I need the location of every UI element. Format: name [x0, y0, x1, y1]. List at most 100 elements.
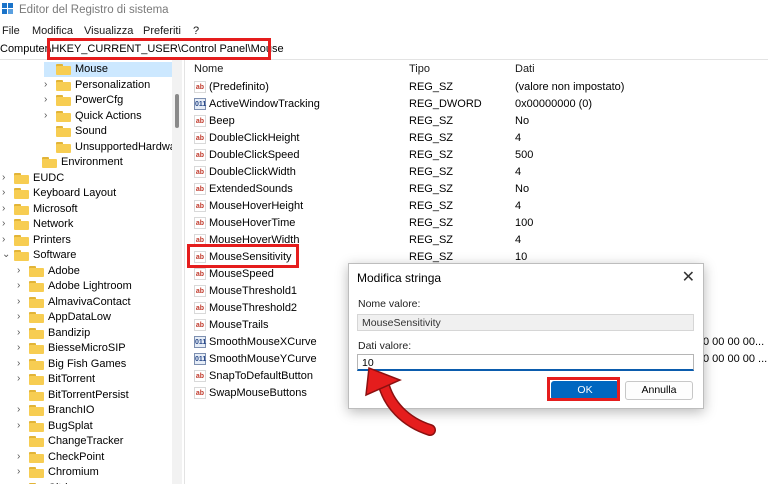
folder-icon [29, 420, 44, 432]
string-value-icon: ab [194, 387, 206, 399]
chevron-icon[interactable]: › [17, 296, 27, 307]
tree-node-label: PowerCfg [75, 94, 124, 106]
chevron-icon[interactable]: › [2, 187, 12, 198]
tree-node[interactable]: › PowerCfg [44, 93, 172, 108]
chevron-icon[interactable]: › [17, 404, 27, 415]
tree-node[interactable]: › BiesseMicroSIP [17, 341, 172, 356]
tree-node[interactable]: Environment [30, 155, 172, 170]
tree-node-label: Big Fish Games [48, 357, 127, 370]
value-data-input[interactable]: 10 [357, 354, 694, 371]
tree-node[interactable]: Mouse [44, 62, 172, 77]
binary-value-icon: 011 [194, 336, 206, 348]
folder-icon [29, 296, 44, 308]
menu-visualizza[interactable]: Visualizza [84, 25, 133, 37]
values-header: Nome Tipo Dati [185, 60, 768, 78]
column-header-type[interactable]: Tipo [409, 63, 430, 75]
chevron-icon[interactable]: › [44, 110, 54, 121]
close-icon[interactable]: ✕ [682, 267, 695, 287]
tree-node[interactable]: › Printers [2, 233, 162, 248]
folder-icon [42, 157, 57, 168]
tree-node[interactable]: › BranchIO [17, 403, 172, 418]
chevron-icon[interactable]: › [17, 466, 27, 477]
value-row[interactable]: ab Beep REG_SZ No [185, 113, 768, 130]
value-name: ExtendedSounds [209, 183, 293, 195]
tree-node-label: Printers [33, 233, 71, 246]
tree-node[interactable]: › Adobe Lightroom [17, 279, 172, 294]
tree-node[interactable]: › CheckPoint [17, 450, 172, 465]
tree-node[interactable]: › Adobe [17, 264, 172, 279]
value-row[interactable]: ab ExtendedSounds REG_SZ No [185, 181, 768, 198]
tree-node[interactable]: › BitTorrent [17, 372, 172, 387]
menu-modifica[interactable]: Modifica [32, 25, 73, 37]
tree-node[interactable]: ChangeTracker [17, 434, 172, 449]
chevron-icon[interactable]: › [44, 94, 54, 105]
chevron-icon[interactable]: › [2, 234, 12, 245]
tree-node-label: BiesseMicroSIP [48, 342, 126, 354]
value-row[interactable]: ab (Predefinito) REG_SZ (valore non imposta… [185, 79, 768, 96]
tree-node-label: Mouse [75, 63, 109, 75]
chevron-icon[interactable]: › [2, 203, 12, 214]
tree-node[interactable]: › Microsoft [2, 202, 162, 217]
tree-node[interactable]: › Big Fish Games [17, 357, 172, 372]
column-header-data[interactable]: Dati [515, 63, 535, 75]
value-row[interactable]: ab DoubleClickSpeed REG_SZ 500 [185, 147, 768, 164]
tree-node[interactable]: › Network [2, 217, 162, 232]
cancel-button[interactable]: Annulla [625, 381, 693, 400]
folder-icon [29, 265, 44, 277]
tree-node-label: Network [33, 218, 74, 230]
tree-scrollbar-thumb[interactable] [175, 94, 179, 128]
value-row[interactable]: 011 ActiveWindowTracking REG_DWORD 0x000000… [185, 96, 768, 113]
folder-icon [14, 188, 29, 199]
value-type: REG_SZ [409, 132, 454, 144]
menu-file[interactable]: File [2, 25, 20, 37]
chevron-icon[interactable]: › [2, 218, 12, 229]
chevron-icon[interactable]: › [44, 79, 54, 90]
chevron-icon[interactable]: › [17, 342, 27, 353]
tree-node[interactable]: › Keyboard Layout [2, 186, 162, 201]
tree-node[interactable]: › BugSplat [17, 419, 172, 434]
menu-bar: File Modifica Visualizza Preferiti ? [0, 23, 768, 39]
tree-node[interactable]: › Bandizip [17, 326, 172, 341]
folder-icon [29, 343, 44, 354]
chevron-icon[interactable]: › [17, 451, 27, 462]
menu-help[interactable]: ? [193, 25, 199, 37]
chevron-icon[interactable]: › [17, 420, 27, 431]
string-value-icon: ab [194, 200, 206, 212]
value-row[interactable]: ab MouseHoverHeight REG_SZ 4 [185, 198, 768, 215]
column-header-name[interactable]: Nome [194, 63, 223, 75]
address-highlight-box [47, 38, 271, 60]
chevron-icon[interactable]: › [17, 358, 27, 369]
tree-node[interactable]: › Quick Actions [44, 109, 172, 124]
value-type: REG_SZ [409, 183, 454, 195]
tree-node[interactable]: › AlmavivaContact [17, 295, 172, 310]
value-row[interactable]: ab MouseHoverTime REG_SZ 100 [185, 215, 768, 232]
value-data: 10 [515, 251, 528, 263]
menu-preferiti[interactable]: Preferiti [143, 25, 181, 37]
value-name: SnapToDefaultButton [209, 370, 313, 382]
tree-scrollbar[interactable] [172, 60, 182, 484]
value-type: REG_SZ [409, 166, 454, 178]
title-bar: Editor del Registro di sistema [0, 0, 768, 22]
tree-node[interactable]: › Personalization [44, 78, 172, 93]
tree-node[interactable]: UnsupportedHardwa [44, 140, 172, 155]
chevron-icon[interactable]: › [17, 311, 27, 322]
tree-node[interactable]: BitTorrentPersist [17, 388, 172, 403]
chevron-icon[interactable]: ⌄ [2, 249, 12, 260]
value-row[interactable]: ab DoubleClickHeight REG_SZ 4 [185, 130, 768, 147]
value-data: 0x00000000 (0) [515, 98, 593, 110]
chevron-icon[interactable]: › [17, 265, 27, 276]
tree-node[interactable]: Sound [44, 124, 172, 139]
tree-node[interactable]: › Chromium [17, 465, 172, 480]
tree-node[interactable]: › EUDC [2, 171, 162, 186]
value-row[interactable]: ab DoubleClickWidth REG_SZ 4 [185, 164, 768, 181]
tree-node[interactable]: › AppDataLow [17, 310, 172, 325]
value-data: 4 [515, 234, 522, 246]
value-highlight-box [187, 244, 299, 268]
chevron-icon[interactable]: › [17, 327, 27, 338]
tree-node[interactable]: ⌄ Software [2, 248, 162, 263]
chevron-icon[interactable]: › [17, 373, 27, 384]
chevron-icon[interactable]: › [17, 280, 27, 291]
tree-node-label: Bandizip [48, 326, 91, 339]
chevron-icon[interactable]: › [2, 172, 12, 183]
tree-node[interactable]: ›Citrix [17, 481, 172, 484]
